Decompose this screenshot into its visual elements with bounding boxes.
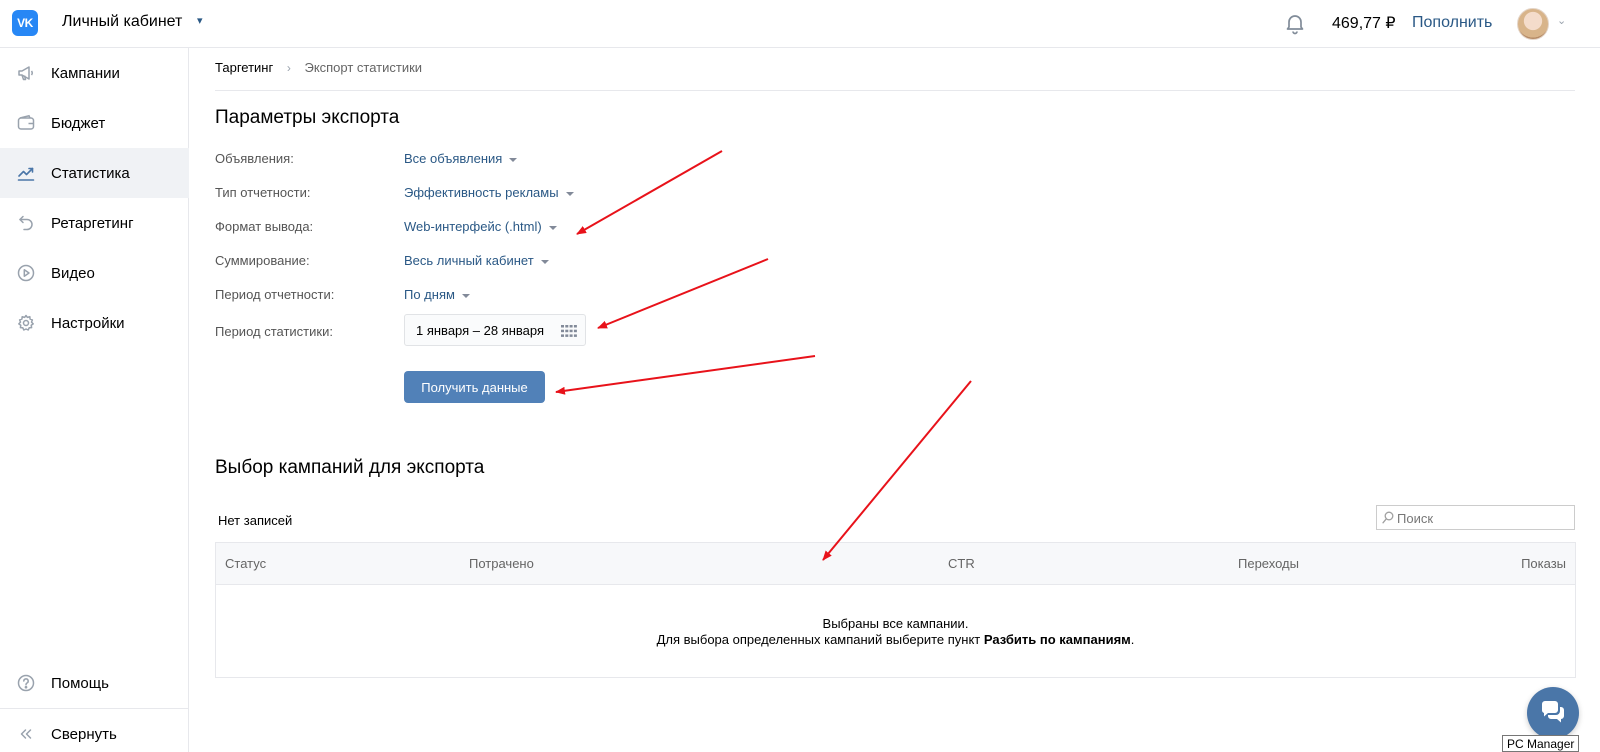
date-range-value: 1 января – 28 января bbox=[416, 323, 545, 338]
annotation-arrow bbox=[555, 355, 816, 395]
chat-bubbles-icon bbox=[1541, 701, 1564, 723]
report-type-label: Тип отчетности: bbox=[215, 185, 311, 200]
report-type-dropdown[interactable]: Эффективность рекламы bbox=[404, 185, 574, 200]
annotation-arrow bbox=[822, 380, 972, 561]
vk-logo-icon[interactable]: VK bbox=[12, 10, 38, 36]
annotation-arrow bbox=[597, 258, 769, 329]
search-box[interactable] bbox=[1376, 505, 1575, 530]
breadcrumb: Таргетинг › Экспорт статистики bbox=[215, 60, 422, 75]
caret-down-icon bbox=[548, 225, 557, 230]
gear-icon bbox=[18, 314, 34, 331]
search-icon bbox=[1382, 511, 1394, 524]
help-circle-icon bbox=[17, 674, 35, 692]
annotation-arrow bbox=[576, 150, 723, 235]
summation-label: Суммирование: bbox=[215, 253, 310, 268]
sidebar-item-label: Настройки bbox=[51, 314, 125, 332]
chart-line-icon bbox=[17, 167, 35, 181]
sidebar-item-help[interactable]: Помощь bbox=[0, 658, 189, 708]
divider bbox=[215, 90, 1575, 91]
sidebar-item-label: Ретаргетинг bbox=[51, 214, 134, 232]
caret-down-icon bbox=[461, 293, 470, 298]
column-header-impressions[interactable]: Показы bbox=[1521, 556, 1566, 571]
top-bar: VK Личный кабинет ▾ 469,77 ₽ Пополнить ⌄ bbox=[0, 0, 1600, 48]
sidebar: Кампании Бюджет Статистика Ретаргетинг В… bbox=[0, 48, 189, 752]
empty-state-message: Выбраны все кампании. Для выбора определ… bbox=[216, 616, 1575, 648]
bell-icon[interactable] bbox=[1283, 11, 1307, 35]
sidebar-item-campaigns[interactable]: Кампании bbox=[0, 48, 189, 98]
report-period-dropdown-value: По дням bbox=[404, 287, 455, 302]
breadcrumb-item-export: Экспорт статистики bbox=[304, 60, 423, 75]
summation-dropdown[interactable]: Весь личный кабинет bbox=[404, 253, 549, 268]
chevron-down-icon[interactable]: ▾ bbox=[197, 14, 203, 27]
empty-state-line2-end: . bbox=[1130, 632, 1135, 647]
report-type-dropdown-value: Эффективность рекламы bbox=[404, 185, 559, 200]
report-period-label: Период отчетности: bbox=[215, 287, 335, 302]
no-records-label: Нет записей bbox=[218, 513, 293, 528]
stats-period-label: Период статистики: bbox=[215, 324, 333, 339]
column-header-spent[interactable]: Потрачено bbox=[469, 556, 534, 571]
export-params-title: Параметры экспорта bbox=[215, 107, 400, 128]
calendar-grid-icon bbox=[561, 325, 577, 337]
column-header-status[interactable]: Статус bbox=[225, 556, 266, 571]
megaphone-icon bbox=[18, 66, 33, 81]
empty-state-line2-text: Для выбора определенных кампаний выберит… bbox=[656, 632, 981, 647]
sidebar-item-label: Свернуть bbox=[51, 725, 117, 743]
ads-label: Объявления: bbox=[215, 151, 294, 166]
sidebar-item-label: Видео bbox=[51, 264, 95, 282]
sidebar-item-retargeting[interactable]: Ретаргетинг bbox=[0, 198, 189, 248]
tooltip: PC Manager bbox=[1502, 735, 1580, 752]
output-format-dropdown-value: Web-интерфейс (.html) bbox=[404, 219, 542, 234]
chat-button[interactable] bbox=[1527, 687, 1579, 739]
sidebar-item-label: Статистика bbox=[51, 164, 130, 182]
column-header-clicks[interactable]: Переходы bbox=[1238, 556, 1299, 571]
wallet-icon bbox=[17, 114, 35, 130]
campaigns-table: Статус Потрачено CTR Переходы Показы Выб… bbox=[215, 542, 1576, 678]
double-chevron-left-icon bbox=[20, 729, 32, 739]
sidebar-item-label: Кампании bbox=[51, 64, 120, 82]
balance-amount: 469,77 ₽ bbox=[1332, 15, 1396, 32]
caret-down-icon bbox=[509, 157, 518, 162]
sidebar-item-budget[interactable]: Бюджет bbox=[0, 98, 189, 148]
sidebar-item-collapse[interactable]: Свернуть bbox=[0, 709, 189, 752]
empty-state-line2: Для выбора определенных кампаний выберит… bbox=[216, 632, 1575, 648]
column-header-ctr[interactable]: CTR bbox=[948, 556, 975, 571]
summation-dropdown-value: Весь личный кабинет bbox=[404, 253, 534, 268]
table-header: Статус Потрачено CTR Переходы Показы bbox=[216, 543, 1575, 585]
get-data-button[interactable]: Получить данные bbox=[404, 371, 545, 403]
play-circle-icon bbox=[17, 264, 35, 282]
sidebar-item-video[interactable]: Видео bbox=[0, 248, 189, 298]
chevron-down-icon[interactable]: ⌄ bbox=[1557, 14, 1566, 27]
report-period-dropdown[interactable]: По дням bbox=[404, 287, 470, 302]
sidebar-item-label: Помощь bbox=[51, 674, 109, 692]
sidebar-item-statistics[interactable]: Статистика bbox=[0, 148, 189, 198]
campaign-selection-title: Выбор кампаний для экспорта bbox=[215, 457, 485, 478]
caret-down-icon bbox=[565, 191, 574, 196]
ads-dropdown[interactable]: Все объявления bbox=[404, 151, 518, 166]
search-input[interactable] bbox=[1397, 509, 1567, 527]
cabinet-title[interactable]: Личный кабинет bbox=[62, 13, 182, 31]
topup-link[interactable]: Пополнить bbox=[1412, 14, 1492, 32]
avatar[interactable] bbox=[1517, 8, 1549, 40]
breadcrumb-item-targeting[interactable]: Таргетинг bbox=[215, 60, 273, 75]
retarget-arrow-icon bbox=[19, 215, 33, 231]
split-by-campaigns-option: Разбить по кампаниям bbox=[983, 632, 1131, 647]
ads-dropdown-value: Все объявления bbox=[404, 151, 503, 166]
date-range-picker[interactable]: 1 января – 28 января bbox=[404, 314, 586, 346]
sidebar-item-settings[interactable]: Настройки bbox=[0, 298, 189, 348]
breadcrumb-separator: › bbox=[286, 61, 291, 75]
sidebar-item-label: Бюджет bbox=[51, 114, 106, 132]
empty-state-line1: Выбраны все кампании. bbox=[822, 616, 969, 631]
output-format-label: Формат вывода: bbox=[215, 219, 314, 234]
output-format-dropdown[interactable]: Web-интерфейс (.html) bbox=[404, 219, 557, 234]
caret-down-icon bbox=[540, 259, 549, 264]
